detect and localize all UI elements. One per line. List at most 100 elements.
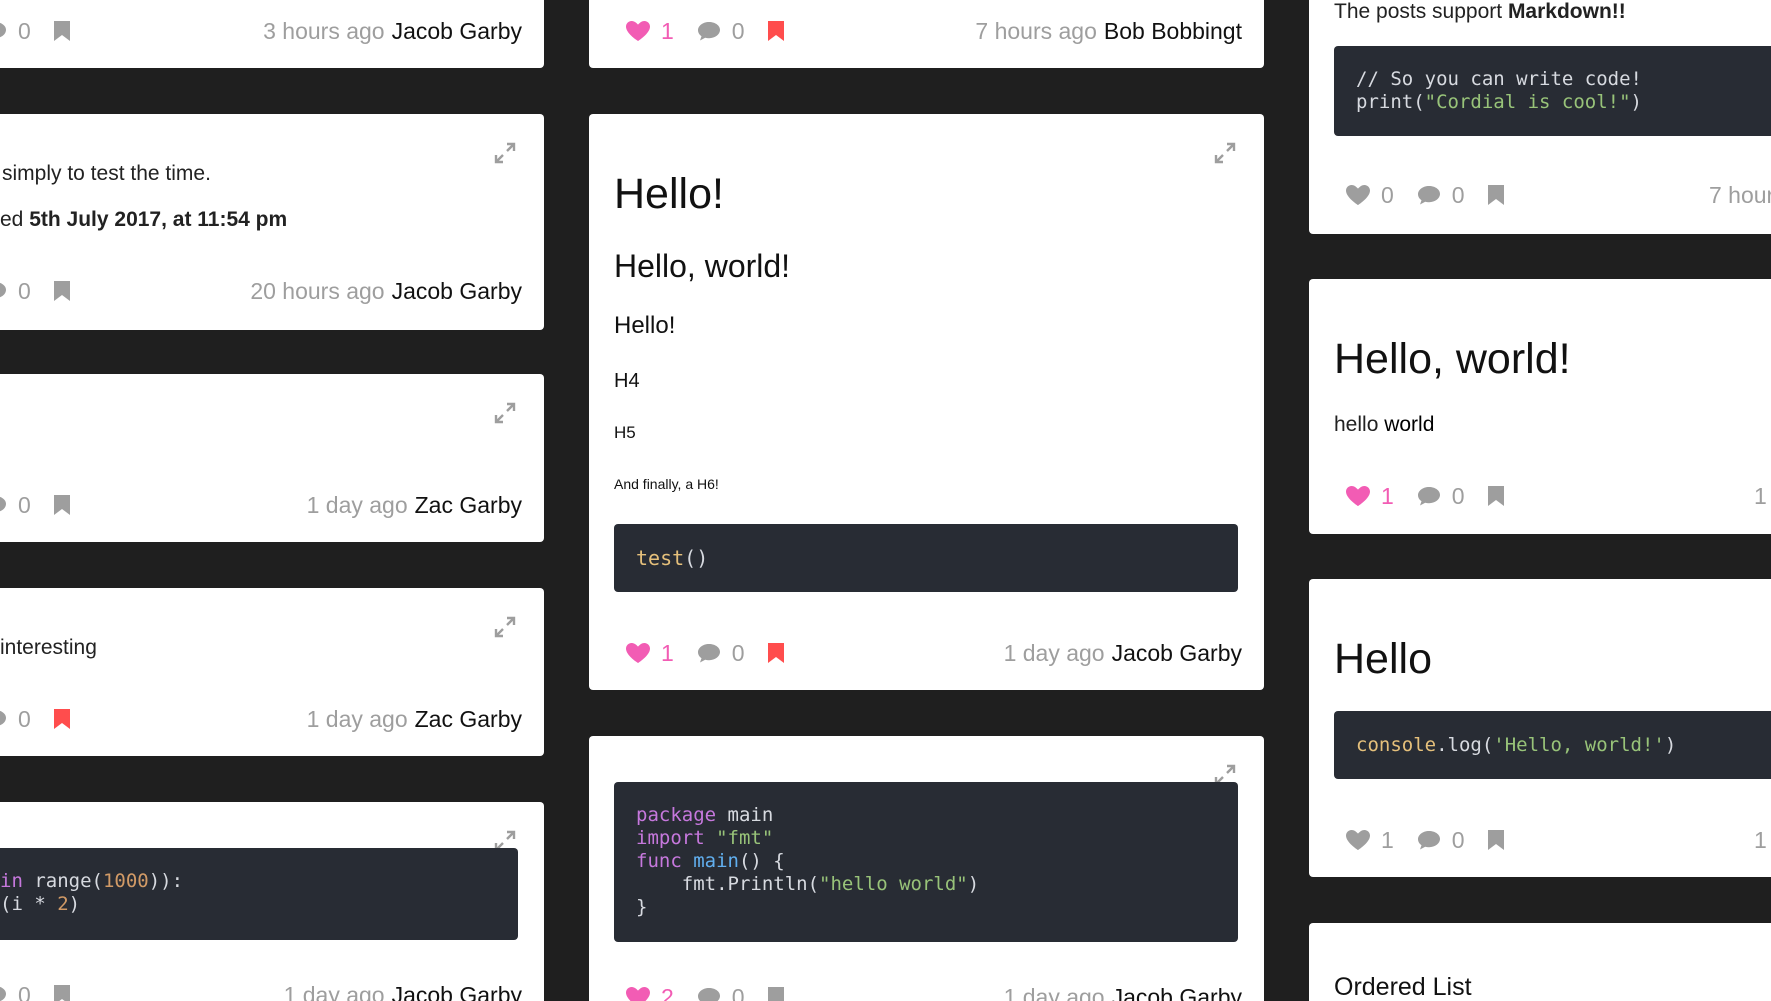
comment-icon	[697, 988, 720, 1001]
comment-stat[interactable]: 0	[0, 492, 53, 519]
code-token: main	[681, 850, 739, 872]
comment-stat[interactable]: 0	[696, 640, 767, 667]
like-button[interactable]: 1	[1345, 827, 1416, 854]
expand-icon[interactable]	[1214, 142, 1236, 164]
code-line: (i * 2)	[0, 893, 496, 916]
heading-h3: Hello!	[614, 312, 676, 339]
expand-icon[interactable]	[494, 402, 516, 424]
bookmark-button[interactable]	[53, 494, 71, 516]
bookmark-icon	[53, 985, 70, 1001]
code-line: }	[636, 896, 1216, 919]
post-meta: 7 hours ago Bob Bobbingt	[975, 14, 1242, 48]
post-author[interactable]: Zac Garby	[415, 706, 522, 733]
code-token: test	[636, 546, 685, 570]
post-text: The posts support Markdown!!	[1334, 0, 1626, 24]
like-button[interactable]: 0	[1345, 182, 1416, 209]
post-card: 0 3 hours ago Jacob Garby	[0, 0, 544, 68]
comment-stat[interactable]: 0	[0, 706, 53, 733]
comment-icon	[0, 496, 6, 512]
post-time: 20 hours ago	[250, 277, 385, 304]
bookmark-button[interactable]	[1487, 184, 1505, 206]
bookmark-button[interactable]	[767, 20, 785, 42]
post-author[interactable]: Jacob Garby	[1112, 984, 1242, 1001]
post-author[interactable]: Zac Garby	[415, 492, 522, 519]
post-time: 1 day ago	[1003, 983, 1105, 1001]
bookmark-button[interactable]	[767, 986, 785, 1001]
comment-stat[interactable]: 0	[696, 18, 767, 45]
comment-stat[interactable]: 0	[1416, 827, 1487, 854]
post-text-intro: The posts support	[1334, 0, 1508, 23]
comment-count: 0	[18, 277, 31, 304]
comment-icon	[1417, 186, 1440, 205]
post-author[interactable]: Jacob Garby	[392, 982, 522, 1001]
comment-icon	[1417, 487, 1440, 506]
post-text: hello world	[1334, 413, 1434, 437]
like-button[interactable]: 1	[625, 640, 696, 667]
post-time: 1 day ago	[1003, 639, 1105, 666]
comment-count: 0	[731, 17, 745, 44]
expand-icon[interactable]	[494, 142, 516, 164]
comment-count: 0	[731, 639, 745, 666]
comment-icon	[0, 22, 6, 38]
bookmark-icon-active	[53, 709, 70, 729]
like-count: 1	[1381, 482, 1394, 509]
post-time: 1 day ago	[306, 491, 408, 518]
like-count: 0	[1381, 181, 1394, 208]
post-card: Ordered List	[1309, 923, 1771, 1001]
comment-stat[interactable]: 0	[0, 278, 53, 305]
bookmark-icon	[53, 495, 70, 515]
like-button[interactable]: 1	[625, 18, 696, 45]
heading-h1: Hello!	[614, 170, 724, 218]
code-token: "fmt"	[704, 827, 774, 849]
code-block: package main import "fmt" func main() { fm…	[614, 782, 1238, 942]
code-token: )):	[148, 870, 184, 892]
post-date-bold: 5th July 2017, at 11:54 pm	[29, 208, 288, 231]
comment-icon	[697, 644, 720, 663]
comment-stat[interactable]: 0	[1416, 182, 1487, 209]
like-count: 1	[1381, 826, 1394, 853]
code-token: )	[967, 873, 980, 895]
comment-stat[interactable]: 0	[0, 982, 53, 1001]
code-token: )	[1664, 734, 1677, 756]
post-author[interactable]: Jacob Garby	[1112, 640, 1242, 667]
bookmark-icon	[53, 281, 70, 301]
code-line: fmt.Println("hello world")	[636, 873, 1216, 896]
post-card: Hello, world! hello world 1 0 1	[1309, 279, 1771, 534]
bookmark-icon	[1487, 486, 1504, 506]
code-line: import "fmt"	[636, 827, 1216, 850]
comment-count: 0	[18, 981, 31, 1001]
bookmark-button[interactable]	[53, 984, 71, 1001]
bookmark-button[interactable]	[53, 20, 71, 42]
post-author[interactable]: Bob Bobbingt	[1104, 18, 1242, 45]
like-button[interactable]: 1	[1345, 483, 1416, 510]
comment-stat[interactable]: 0	[0, 18, 53, 45]
bookmark-button[interactable]	[767, 642, 785, 664]
code-token: 'Hello, world!'	[1493, 734, 1665, 756]
comment-icon	[0, 710, 6, 726]
code-token: )	[68, 893, 81, 915]
post-card: simply to test the time. ed 5th July 201…	[0, 114, 544, 330]
bookmark-button[interactable]	[53, 280, 71, 302]
bookmark-button[interactable]	[1487, 485, 1505, 507]
like-button[interactable]: 2	[625, 984, 696, 1001]
code-token: "hello world"	[819, 873, 968, 895]
post-meta: 20 hours ago Jacob Garby	[250, 274, 522, 308]
bookmark-icon	[767, 987, 784, 1001]
code-token: .log(	[1436, 734, 1494, 756]
heart-icon-active	[626, 21, 650, 41]
post-card: in range(1000)): (i * 2) 0 1 day ago Jaco…	[0, 802, 544, 1001]
bookmark-button[interactable]	[53, 708, 71, 730]
code-token: range(	[22, 870, 103, 892]
post-author[interactable]: Jacob Garby	[392, 278, 522, 305]
post-author[interactable]: Jacob Garby	[392, 18, 522, 45]
code-line: package main	[636, 804, 1216, 827]
comment-icon	[0, 282, 6, 298]
code-line: in range(1000)):	[0, 870, 496, 893]
comment-stat[interactable]: 0	[696, 984, 767, 1001]
expand-icon[interactable]	[494, 616, 516, 638]
comment-stat[interactable]: 0	[1416, 483, 1487, 510]
heart-icon	[1346, 185, 1370, 205]
comment-count: 0	[18, 17, 31, 44]
post-text-emph: world	[1384, 413, 1435, 436]
bookmark-button[interactable]	[1487, 829, 1505, 851]
